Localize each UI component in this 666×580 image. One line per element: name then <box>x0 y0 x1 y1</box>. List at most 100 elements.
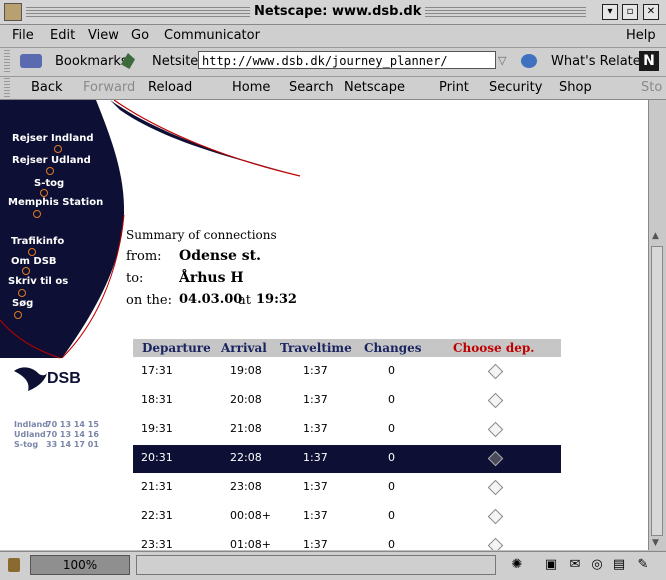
connection-row[interactable]: 21:31 23:08 1:37 0 <box>133 474 561 502</box>
security-lock-icon[interactable] <box>8 558 20 572</box>
shop-button[interactable]: Shop <box>559 80 592 95</box>
phone-list: Indland70 13 14 15 Udland70 13 14 16 S-t… <box>14 420 99 450</box>
header-traveltime: Traveltime <box>280 341 352 355</box>
nav-skriv-til-os[interactable]: Skriv til os <box>8 276 68 287</box>
netscape-button[interactable]: Netscape <box>344 80 405 95</box>
menu-edit[interactable]: Edit <box>50 28 75 43</box>
title-bar[interactable]: Netscape: www.dsb.dk ▾ ▫ ✕ <box>0 0 666 25</box>
traveltime-cell: 1:37 <box>303 451 328 464</box>
connection-row[interactable]: 20:31 22:08 1:37 0 <box>133 445 561 473</box>
phone-number: 70 13 14 16 <box>46 430 99 439</box>
web-page-content: Rejser Indland Rejser Udland S-tog Memph… <box>0 100 648 550</box>
menu-view[interactable]: View <box>88 28 119 43</box>
header-arrival: Arrival <box>221 341 267 355</box>
phone-row: Indland70 13 14 15 <box>14 420 99 430</box>
menu-go[interactable]: Go <box>131 28 149 43</box>
menu-communicator[interactable]: Communicator <box>164 28 260 43</box>
connections-table-header: Departure Arrival Traveltime Changes Cho… <box>133 339 561 357</box>
url-dropdown-icon[interactable]: ▽ <box>498 54 510 68</box>
to-label: to: <box>126 271 144 286</box>
menu-bar: File Edit View Go Communicator Help <box>0 25 666 48</box>
network-activity-icon[interactable]: ✺ <box>508 557 526 573</box>
search-button[interactable]: Search <box>289 80 334 95</box>
menu-help[interactable]: Help <box>626 28 656 43</box>
choose-departure-radio[interactable] <box>487 537 504 550</box>
connection-row[interactable]: 17:31 19:08 1:37 0 <box>133 358 561 386</box>
departure-cell: 22:31 <box>141 509 173 522</box>
window-title: Netscape: www.dsb.dk <box>250 4 426 19</box>
nav-rejser-udland[interactable]: Rejser Udland <box>12 155 91 166</box>
changes-cell: 0 <box>388 422 395 435</box>
bookmarks-button[interactable]: Bookmarks <box>55 54 128 69</box>
dsb-logo-icon[interactable] <box>12 365 48 393</box>
window-menu-icon[interactable] <box>4 3 22 21</box>
traveltime-cell: 1:37 <box>303 364 328 377</box>
header-choose-dep: Choose dep. <box>453 341 535 355</box>
vertical-scrollbar[interactable]: ▲ ▼ <box>648 100 666 550</box>
nav-om-dsb[interactable]: Om DSB <box>11 256 57 267</box>
address-book-icon[interactable]: ▤ <box>610 557 628 573</box>
discussions-icon[interactable]: ◎ <box>588 557 606 573</box>
nav-sog[interactable]: Søg <box>12 298 33 309</box>
scroll-up-icon[interactable]: ▲ <box>652 231 659 241</box>
nav-memphis-station[interactable]: Memphis Station <box>8 197 103 208</box>
nav-rejser-indland[interactable]: Rejser Indland <box>12 133 94 144</box>
scroll-thumb[interactable] <box>651 246 663 536</box>
from-label: from: <box>126 249 162 264</box>
departure-cell: 18:31 <box>141 393 173 406</box>
choose-departure-radio[interactable] <box>487 450 504 467</box>
security-button[interactable]: Security <box>489 80 542 95</box>
to-station: Århus H <box>179 270 244 286</box>
changes-cell: 0 <box>388 480 395 493</box>
travel-date: 04.03.00 <box>179 292 243 307</box>
mail-icon[interactable]: ✉ <box>566 557 584 573</box>
home-button[interactable]: Home <box>232 80 270 95</box>
from-station: Odense st. <box>179 248 261 264</box>
maximize-icon[interactable]: ▫ <box>622 4 638 20</box>
nav-dot-icon <box>22 267 30 275</box>
stop-button[interactable]: Sto <box>641 80 662 95</box>
connection-row[interactable]: 23:31 01:08+ 1:37 0 <box>133 532 561 550</box>
changes-cell: 0 <box>388 451 395 464</box>
composer-icon[interactable]: ✎ <box>634 557 652 573</box>
choose-departure-radio[interactable] <box>487 479 504 496</box>
back-button[interactable]: Back <box>31 80 63 95</box>
whats-related-button[interactable]: What's Related <box>551 54 649 69</box>
changes-cell: 0 <box>388 509 395 522</box>
bookmarks-icon[interactable] <box>20 54 42 68</box>
header-changes: Changes <box>364 341 422 355</box>
nav-dot-icon <box>40 189 48 197</box>
choose-departure-radio[interactable] <box>487 363 504 380</box>
netscape-logo-icon[interactable]: N <box>639 51 659 71</box>
toolbar-grip-icon[interactable] <box>4 78 10 98</box>
travel-time: 19:32 <box>256 292 297 307</box>
related-icon[interactable] <box>521 54 537 68</box>
minimize-icon[interactable]: ▾ <box>602 4 618 20</box>
nav-s-tog[interactable]: S-tog <box>34 178 64 189</box>
arrival-cell: 21:08 <box>230 422 262 435</box>
scroll-down-icon[interactable]: ▼ <box>652 538 659 548</box>
phone-number: 70 13 14 15 <box>46 420 99 429</box>
zoom-level: 100% <box>30 555 130 575</box>
summary-heading: Summary of connections <box>126 228 277 242</box>
nav-trafikinfo[interactable]: Trafikinfo <box>11 236 64 247</box>
toolbar-grip-icon[interactable] <box>4 50 10 72</box>
print-button[interactable]: Print <box>439 80 469 95</box>
status-bar: 100% ✺ ▣ ✉ ◎ ▤ ✎ <box>0 551 666 580</box>
at-label: at <box>238 293 251 308</box>
choose-departure-radio[interactable] <box>487 421 504 438</box>
url-input[interactable]: http://www.dsb.dk/journey_planner/ <box>198 51 496 69</box>
choose-departure-radio[interactable] <box>487 508 504 525</box>
navigator-icon[interactable]: ▣ <box>542 557 560 573</box>
menu-file[interactable]: File <box>12 28 34 43</box>
connection-row[interactable]: 22:31 00:08+ 1:37 0 <box>133 503 561 531</box>
connection-row[interactable]: 19:31 21:08 1:37 0 <box>133 416 561 444</box>
status-message-field <box>136 555 496 575</box>
close-icon[interactable]: ✕ <box>643 4 659 20</box>
forward-button[interactable]: Forward <box>83 80 135 95</box>
departure-cell: 20:31 <box>141 451 173 464</box>
connection-row[interactable]: 18:31 20:08 1:37 0 <box>133 387 561 415</box>
departure-cell: 19:31 <box>141 422 173 435</box>
choose-departure-radio[interactable] <box>487 392 504 409</box>
reload-button[interactable]: Reload <box>148 80 192 95</box>
